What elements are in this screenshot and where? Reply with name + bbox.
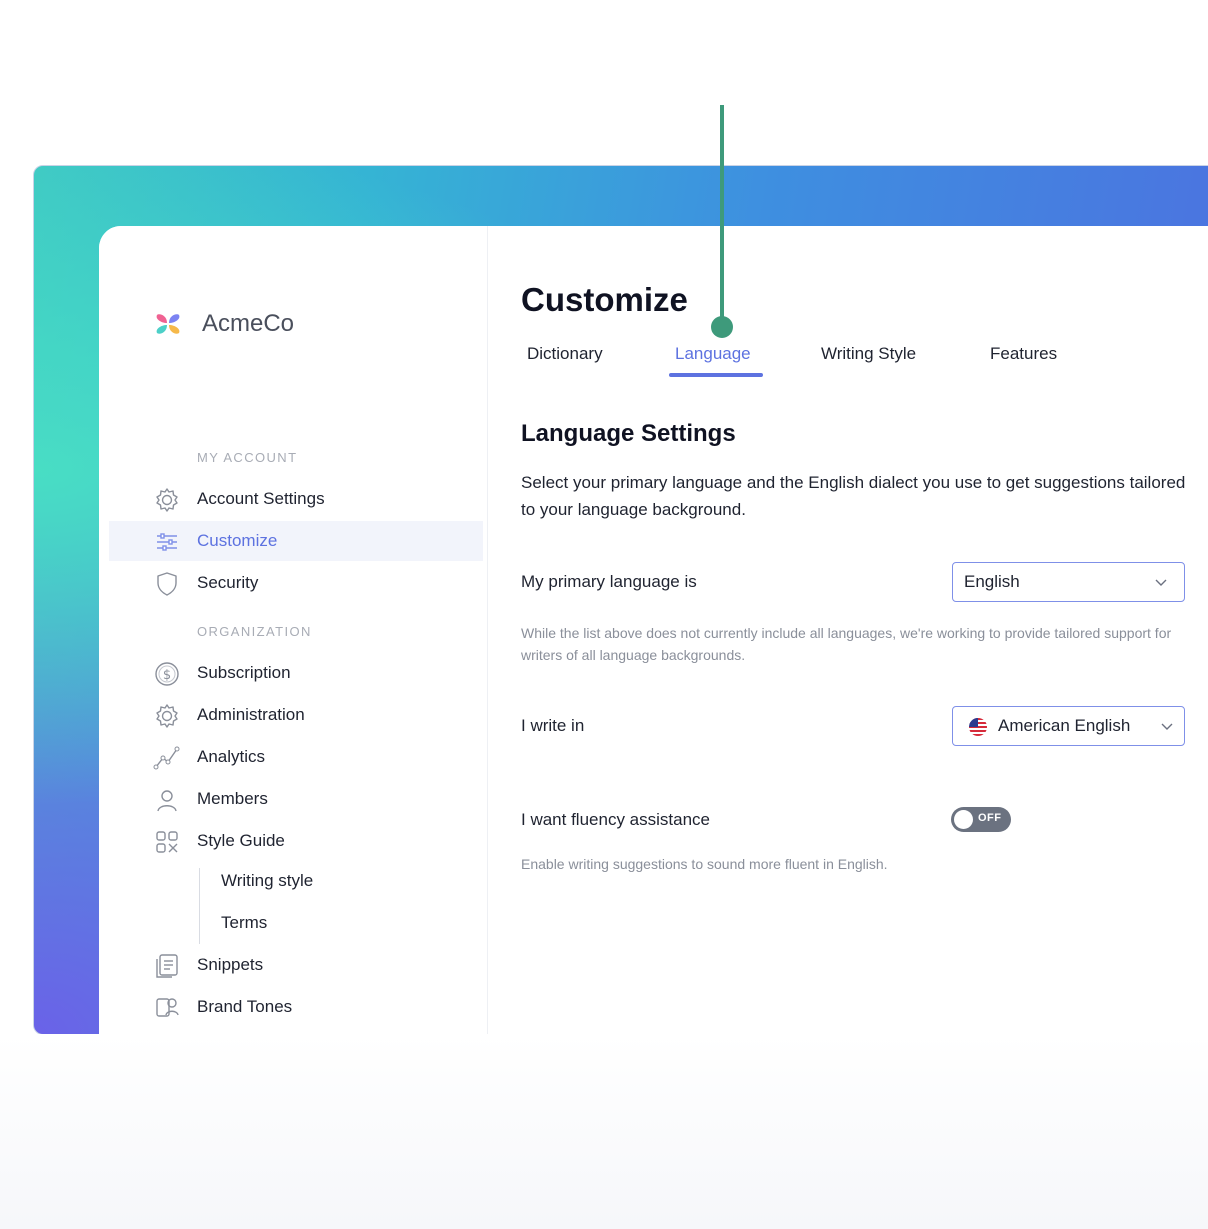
- active-tab-indicator: [669, 373, 763, 377]
- tab-features[interactable]: Features: [990, 344, 1057, 364]
- sidebar-item-members[interactable]: Members: [109, 779, 483, 819]
- fluency-toggle[interactable]: OFF: [951, 807, 1011, 832]
- style-guide-icon: [153, 829, 181, 855]
- section-label-organization: ORGANIZATION: [197, 624, 312, 639]
- callout-pointer-dot: [711, 316, 733, 338]
- sidebar-item-label: Analytics: [197, 747, 266, 766]
- sliders-icon: [153, 529, 181, 555]
- section-label-my-account: MY ACCOUNT: [197, 450, 298, 465]
- fluency-label: I want fluency assistance: [521, 810, 710, 829]
- primary-language-note: While the list above does not currently …: [521, 625, 1172, 663]
- sidebar-item-administration[interactable]: Administration: [109, 695, 483, 735]
- sidebar-item-subscription[interactable]: $ Subscription: [109, 653, 483, 693]
- page-bottom-background: [0, 1034, 1208, 1229]
- sidebar-item-customize[interactable]: Customize: [109, 521, 483, 561]
- sidebar-item-security[interactable]: Security: [109, 563, 483, 603]
- person-icon: [153, 787, 181, 813]
- line-chart-icon: [153, 745, 181, 771]
- primary-language-value: English: [964, 572, 1020, 591]
- section-description: Select your primary language and the Eng…: [521, 473, 1186, 519]
- callout-pointer-line: [720, 105, 724, 327]
- primary-language-select[interactable]: English: [952, 562, 1185, 602]
- sidebar-subitem-terms[interactable]: Terms: [221, 913, 267, 933]
- sidebar-item-label: Subscription: [197, 663, 291, 682]
- us-flag-icon: [967, 717, 989, 742]
- section-title: Language Settings: [521, 420, 736, 447]
- sidebar-item-label: Administration: [197, 705, 305, 724]
- sidebar-item-label: Style Guide: [197, 831, 285, 850]
- sidebar-item-label: Security: [197, 573, 259, 592]
- sidebar-item-account-settings[interactable]: Account Settings: [109, 479, 483, 519]
- sub-nav-divider: [199, 868, 200, 944]
- gear-icon: [153, 487, 181, 513]
- primary-language-label: My primary language is: [521, 572, 697, 591]
- tab-dictionary[interactable]: Dictionary: [527, 344, 603, 364]
- toggle-state-text: OFF: [978, 812, 1002, 824]
- page-title: Customize: [521, 281, 688, 318]
- snippets-icon: [153, 953, 181, 979]
- dialect-label: I write in: [521, 716, 585, 735]
- sidebar-item-label: Snippets: [197, 955, 264, 974]
- sidebar-subitem-writing-style[interactable]: Writing style: [221, 871, 313, 891]
- fluency-note: Enable writing suggestions to sound more…: [521, 856, 888, 872]
- brand: AcmeCo: [155, 310, 294, 338]
- sidebar-item-style-guide[interactable]: Style Guide: [109, 821, 483, 861]
- sidebar: AcmeCo MY ACCOUNT Account Settings Custo…: [99, 226, 488, 1034]
- chevron-down-icon: [1160, 718, 1174, 732]
- svg-text:$: $: [163, 668, 171, 683]
- tab-writing-style[interactable]: Writing Style: [821, 344, 916, 364]
- sidebar-item-snippets[interactable]: Snippets: [109, 945, 483, 985]
- dialect-value: American English: [998, 716, 1131, 735]
- gear-icon: [153, 703, 181, 729]
- sidebar-item-analytics[interactable]: Analytics: [109, 737, 483, 777]
- dollar-icon: $: [153, 661, 181, 687]
- chevron-down-icon: [1154, 574, 1168, 588]
- brand-tones-icon: [153, 995, 181, 1021]
- sidebar-item-brand-tones[interactable]: Brand Tones: [109, 987, 483, 1027]
- toggle-knob: [954, 810, 973, 829]
- shield-icon: [153, 571, 181, 597]
- brand-name: AcmeCo: [202, 310, 295, 337]
- main-content: Customize Dictionary Language Writing St…: [488, 226, 1208, 1034]
- settings-panel: AcmeCo MY ACCOUNT Account Settings Custo…: [99, 226, 1208, 1034]
- dialect-select[interactable]: American English: [952, 706, 1185, 746]
- tab-language[interactable]: Language: [675, 344, 751, 364]
- sidebar-item-label: Brand Tones: [197, 997, 293, 1016]
- sidebar-item-label: Customize: [197, 531, 278, 550]
- sidebar-item-label: Account Settings: [197, 489, 325, 508]
- brand-logo-icon: [155, 311, 181, 337]
- sidebar-item-label: Members: [197, 789, 268, 808]
